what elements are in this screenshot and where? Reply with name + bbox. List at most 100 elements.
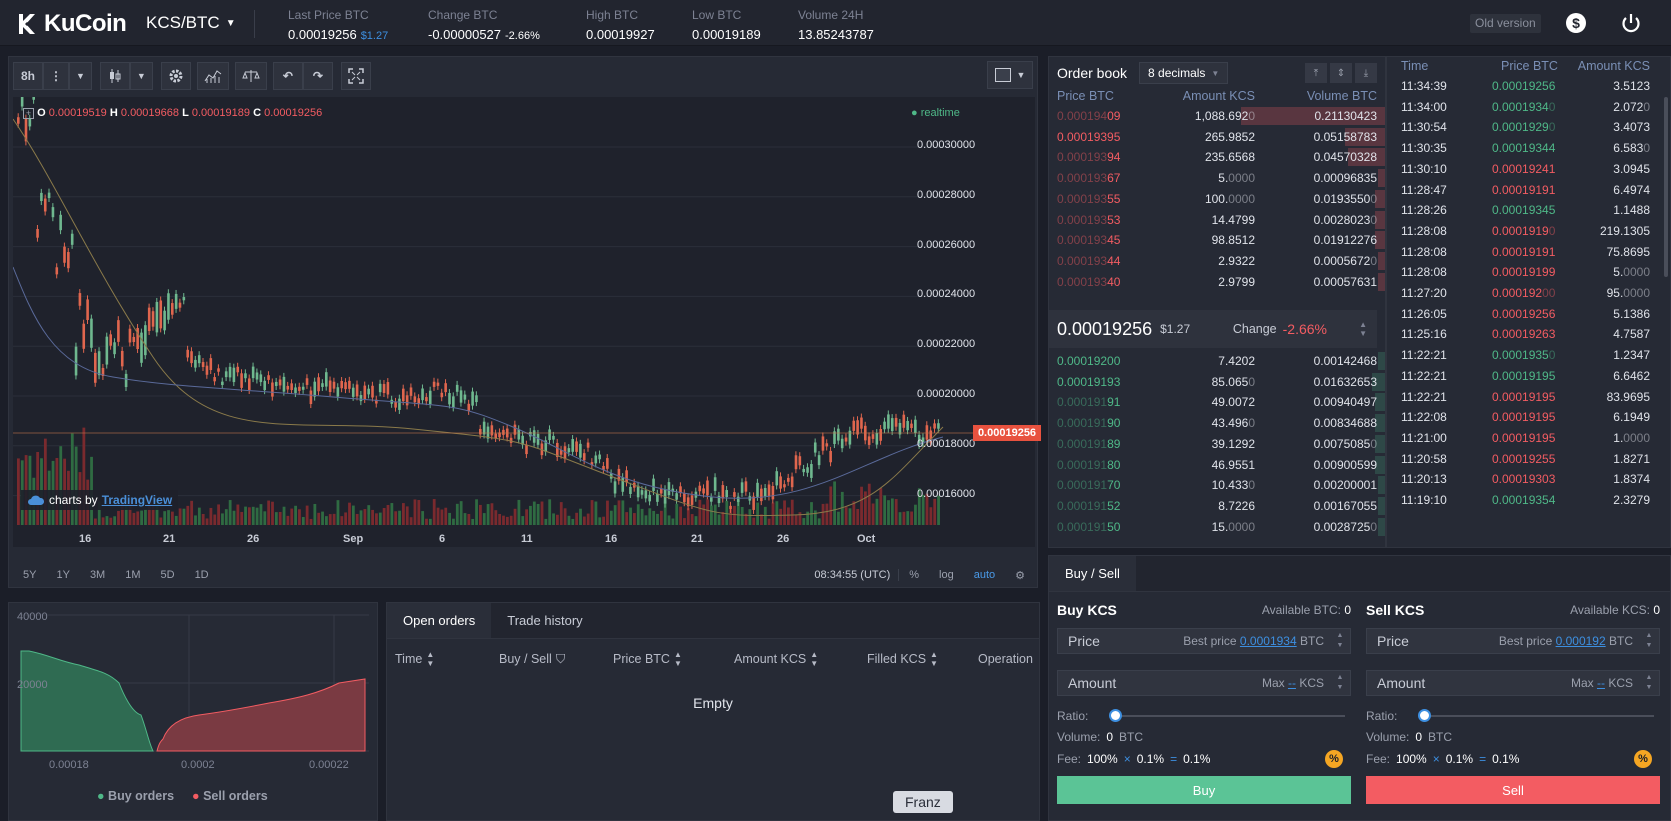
max-link[interactable]: -- bbox=[1597, 676, 1605, 690]
bid-row[interactable]: 0.00019150 15.0000 0.00287250 bbox=[1049, 516, 1385, 538]
auto-toggle[interactable]: auto bbox=[964, 569, 1005, 581]
best-price-link[interactable]: 0.000192 bbox=[1556, 634, 1606, 648]
volume-main: 0.0028023 bbox=[1313, 212, 1371, 227]
pair-selector[interactable]: KCS/BTC ▼ bbox=[146, 13, 236, 33]
sell-price-input[interactable]: Price Best price 0.000192 BTC ▲ ▼ bbox=[1366, 628, 1660, 654]
old-version-button[interactable]: Old version bbox=[1470, 14, 1541, 33]
volume-bar bbox=[263, 511, 267, 525]
range-button[interactable]: 1Y bbox=[46, 569, 79, 581]
range-button[interactable]: 3M bbox=[80, 569, 115, 581]
legend-buy[interactable]: ● Buy orders bbox=[97, 789, 174, 803]
col-buy-sell[interactable]: Buy / Sell ⛉ bbox=[499, 652, 565, 667]
fullscreen-icon[interactable] bbox=[340, 62, 371, 90]
price-axis-tick: 0.00024000 bbox=[917, 288, 976, 301]
max-link[interactable]: -- bbox=[1288, 676, 1296, 690]
sell-button[interactable]: Sell bbox=[1366, 776, 1660, 804]
logo-text: KuCoin bbox=[44, 10, 127, 37]
trade-amount: 3.5123 bbox=[1613, 79, 1650, 93]
interval-button[interactable]: 8h bbox=[13, 62, 43, 90]
redo-icon[interactable]: ↷ bbox=[302, 62, 333, 90]
bid-row[interactable]: 0.00019152 8.7226 0.00167055 bbox=[1049, 495, 1385, 517]
buy-button[interactable]: Buy bbox=[1057, 776, 1351, 804]
tab-open-orders[interactable]: Open orders bbox=[387, 603, 492, 638]
bid-row[interactable]: 0.00019180 46.9551 0.00900599 bbox=[1049, 454, 1385, 476]
col-amount[interactable]: Amount KCS ▲ ▼ bbox=[734, 650, 818, 668]
buy-price-input[interactable]: Price Best price 0.0001934 BTC ▲ ▼ bbox=[1057, 628, 1351, 654]
ask-row[interactable]: 0.00019409 1,088.6920 0.21130423 bbox=[1049, 105, 1385, 127]
bid-row[interactable]: 0.00019193 85.0650 0.01632653 bbox=[1049, 371, 1385, 393]
bid-row[interactable]: 0.00019189 39.1292 0.00750850 bbox=[1049, 433, 1385, 455]
screenshot-dropdown[interactable]: ▼ bbox=[987, 61, 1033, 89]
expand-legend-icon[interactable]: + bbox=[23, 107, 34, 119]
bid-row[interactable]: 0.00019191 49.0072 0.00940497 bbox=[1049, 391, 1385, 413]
tab-trade-history[interactable]: Trade history bbox=[491, 603, 598, 638]
tradingview-attribution[interactable]: charts by TradingView bbox=[21, 490, 179, 510]
ask-row[interactable]: 0.00019394 235.6568 0.04570328 bbox=[1049, 146, 1385, 168]
percent-toggle[interactable]: % bbox=[898, 569, 929, 581]
legend-sell[interactable]: ● Sell orders bbox=[192, 789, 268, 803]
kucoin-logo[interactable]: KuCoin bbox=[14, 10, 127, 38]
range-button[interactable]: 5D bbox=[151, 569, 185, 581]
amount-stepper[interactable]: ▲ ▼ bbox=[1332, 672, 1348, 694]
buy-amount-input[interactable]: Amount Max -- KCS ▲ ▼ bbox=[1057, 670, 1351, 696]
show-both-icon[interactable]: ⇕ bbox=[1330, 63, 1352, 83]
ratio-slider-track[interactable] bbox=[1119, 715, 1345, 717]
col-price[interactable]: Price BTC ▲ ▼ bbox=[613, 650, 682, 668]
candle-body bbox=[494, 433, 497, 439]
indicators-icon[interactable] bbox=[196, 62, 229, 90]
price-stepper[interactable]: ▲ ▼ bbox=[1332, 630, 1348, 652]
decimals-select[interactable]: 8 decimals ▼ bbox=[1139, 62, 1229, 84]
best-price-link[interactable]: 0.0001934 bbox=[1240, 634, 1297, 648]
sell-amount-input[interactable]: Amount Max -- KCS ▲ ▼ bbox=[1366, 670, 1660, 696]
ask-row[interactable]: 0.00019344 2.9322 0.00056720 bbox=[1049, 250, 1385, 272]
more-vertical-icon[interactable]: ⋮ bbox=[43, 62, 69, 90]
chart-type-dropdown-icon[interactable]: ▼ bbox=[129, 62, 153, 90]
currency-dollar-icon[interactable]: $ bbox=[1565, 12, 1587, 34]
trades-scrollbar[interactable] bbox=[1664, 97, 1668, 277]
bid-row[interactable]: 0.00019170 10.4330 0.00200001 bbox=[1049, 474, 1385, 496]
bid-row[interactable]: 0.00019190 43.4960 0.00834688 bbox=[1049, 412, 1385, 434]
undo-icon[interactable]: ↶ bbox=[272, 62, 303, 90]
ask-row[interactable]: 0.00019345 98.8512 0.01912276 bbox=[1049, 229, 1385, 251]
fee-discount-icon[interactable]: % bbox=[1325, 750, 1343, 768]
fee-discount-icon[interactable]: % bbox=[1634, 750, 1652, 768]
ratio-slider-thumb[interactable] bbox=[1418, 709, 1431, 722]
power-logout-icon[interactable] bbox=[1620, 12, 1642, 34]
volume-bar bbox=[455, 503, 459, 525]
show-bids-icon[interactable]: ⤓ bbox=[1355, 63, 1377, 83]
tradingview-link[interactable]: TradingView bbox=[102, 493, 172, 507]
range-button[interactable]: 1M bbox=[115, 569, 150, 581]
candle-body bbox=[625, 470, 628, 483]
header-divider bbox=[254, 10, 255, 38]
col-filled[interactable]: Filled KCS ▲ ▼ bbox=[867, 650, 938, 668]
candlestick-icon[interactable] bbox=[99, 62, 130, 90]
col-time[interactable]: Time ▲ ▼ bbox=[395, 650, 434, 668]
ratio-slider-thumb[interactable] bbox=[1109, 709, 1122, 722]
chart-settings-icon[interactable]: ⚙ bbox=[1005, 569, 1035, 582]
ask-row[interactable]: 0.00019395 265.9852 0.05158783 bbox=[1049, 126, 1385, 148]
price-stepper[interactable]: ▲ ▼ bbox=[1641, 630, 1657, 652]
range-button[interactable]: 5Y bbox=[13, 569, 46, 581]
ask-row[interactable]: 0.00019340 2.9799 0.00057631 bbox=[1049, 271, 1385, 293]
bid-price: 0.00019200 bbox=[1057, 354, 1120, 368]
ask-row[interactable]: 0.00019355 100.0000 0.01935500 bbox=[1049, 188, 1385, 210]
bid-row[interactable]: 0.00019200 7.4202 0.00142468 bbox=[1049, 350, 1385, 372]
show-asks-icon[interactable]: ⤒ bbox=[1305, 63, 1327, 83]
settings-gear-icon[interactable] bbox=[160, 62, 191, 90]
interval-dropdown-icon[interactable]: ▼ bbox=[69, 62, 92, 90]
candlestick-chart[interactable]: + O 0.00019519 H 0.00019668 L 0.00019189… bbox=[12, 64, 1041, 547]
trade-price: 0.00019344 bbox=[1492, 141, 1555, 155]
ask-row[interactable]: 0.00019353 14.4799 0.00280230 bbox=[1049, 209, 1385, 231]
ask-row[interactable]: 0.00019367 5.0000 0.00096835 bbox=[1049, 167, 1385, 189]
sort-icon[interactable]: ▲ ▼ bbox=[1359, 320, 1367, 338]
log-toggle[interactable]: log bbox=[929, 569, 964, 581]
best-price-hint: Best price 0.0001934 BTC bbox=[1183, 634, 1324, 648]
volume-bar bbox=[221, 513, 224, 525]
volume-bar bbox=[798, 512, 802, 525]
bid-price: 0.00019190 bbox=[1057, 416, 1120, 430]
amount-stepper[interactable]: ▲ ▼ bbox=[1641, 672, 1657, 694]
compare-scale-icon[interactable] bbox=[234, 62, 267, 90]
range-button[interactable]: 1D bbox=[185, 569, 219, 581]
ratio-slider-track[interactable] bbox=[1428, 715, 1654, 717]
tab-buy-sell[interactable]: Buy / Sell bbox=[1049, 556, 1136, 591]
